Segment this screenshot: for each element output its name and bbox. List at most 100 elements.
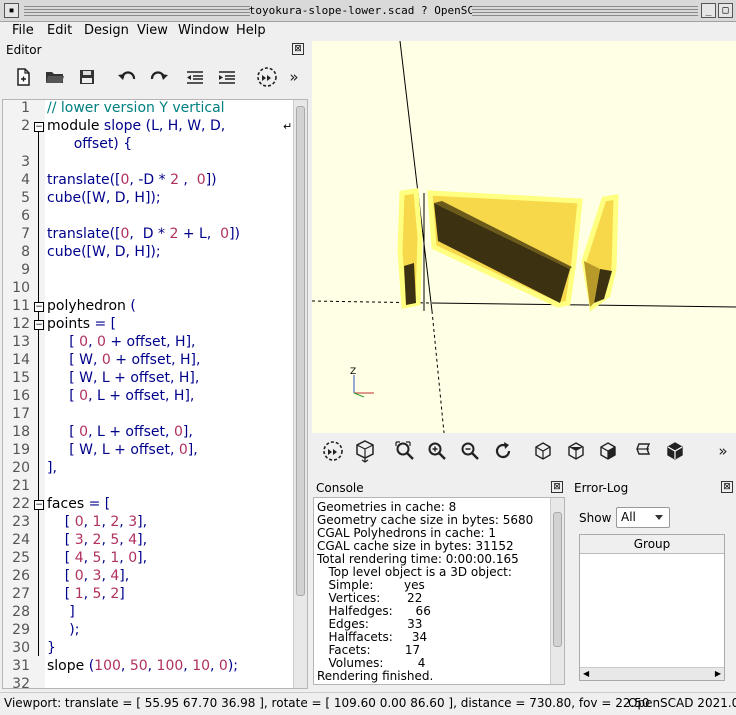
console-output[interactable]: Geometries in cache: 8 Geometry cache siz… <box>313 497 565 685</box>
undo-icon[interactable] <box>114 64 140 90</box>
fold-marker-polyhedron[interactable]: − <box>34 302 44 312</box>
code-line: ], <box>47 460 57 476</box>
version-label: OpenSCAD 2021.01 <box>628 696 736 710</box>
line-number: 28 <box>12 604 30 620</box>
code-line: cube([W, D, H]); <box>47 244 161 260</box>
view-right-icon[interactable] <box>530 438 556 464</box>
scroll-right-icon[interactable]: ▶ <box>715 669 721 678</box>
line-number: 8 <box>21 244 30 260</box>
maximize-button[interactable]: □ <box>718 3 733 18</box>
view-left-icon[interactable] <box>630 438 656 464</box>
view-top-icon[interactable] <box>563 438 589 464</box>
code-line: [ W, L + offset, 0], <box>47 442 198 458</box>
code-line: module slope (L, H, W, D, <box>47 118 226 134</box>
line-number: 29 <box>12 622 30 638</box>
unindent-icon[interactable] <box>182 64 208 90</box>
code-line: [ W, L + offset, H], <box>47 370 200 386</box>
view-all-icon[interactable] <box>392 438 418 464</box>
view-front-icon[interactable] <box>662 438 688 464</box>
editor-scrollbar[interactable] <box>293 100 307 688</box>
indent-icon[interactable] <box>214 64 240 90</box>
code-line: [ 4, 5, 1, 0], <box>47 550 148 566</box>
minimize-button[interactable]: _ <box>701 3 716 18</box>
line-number: 9 <box>21 262 30 278</box>
console-line: Facets: 17 <box>317 643 421 657</box>
line-number: 24 <box>12 532 30 548</box>
console-close-button[interactable]: ⊠ <box>551 481 563 493</box>
menu-help[interactable]: Help <box>236 23 266 38</box>
console-line: Top level object is a 3D object: <box>317 565 512 579</box>
show-filter-select[interactable]: All <box>616 507 670 528</box>
menu-view[interactable]: View <box>137 23 168 38</box>
code-line: offset) { <box>47 136 133 152</box>
open-file-icon[interactable] <box>42 64 68 90</box>
code-editor[interactable]: 1 2 3 4 5 6 7 8 9 10 11 12 13 14 15 16 17 18 19 20 21 22 23 24 2… <box>2 99 308 689</box>
line-number: 4 <box>21 172 30 188</box>
line-number: 26 <box>12 568 30 584</box>
scroll-left-icon[interactable]: ◀ <box>583 669 589 678</box>
line-number: 25 <box>12 550 30 566</box>
code-line: translate([0, -D * 2 , 0]) <box>47 172 217 188</box>
fold-marker-faces[interactable]: − <box>34 500 44 510</box>
statusbar: Viewport: translate = [ 55.95 67.70 36.9… <box>0 692 736 715</box>
errorlog-title: Error-Log <box>574 481 629 495</box>
line-wrap-icon: ↵ <box>283 120 293 133</box>
code-line: [ 0, 1, 2, 3], <box>47 514 148 530</box>
console-line: Total rendering time: 0:00:00.165 <box>317 552 519 566</box>
editor-close-button[interactable]: ⊠ <box>292 43 304 55</box>
preview-icon[interactable] <box>320 438 346 464</box>
preview-render-icon[interactable] <box>254 64 280 90</box>
code-line: [ 1, 5, 2] <box>47 586 125 602</box>
left-block <box>397 188 423 310</box>
errorlog-hscrollbar[interactable]: ◀ ▶ <box>580 667 724 680</box>
chevron-down-icon <box>655 515 663 520</box>
redo-icon[interactable] <box>146 64 172 90</box>
window-titlebar[interactable]: ▪ toyokura-slope-lower.scad ? OpenSCAD _… <box>0 0 736 22</box>
code-line: // lower version Y vertical <box>47 100 225 116</box>
line-number: 3 <box>21 154 30 170</box>
view-toolbar-overflow-icon[interactable]: » <box>714 438 732 464</box>
console-line: Simple: yes <box>317 578 425 592</box>
zoom-out-icon[interactable] <box>457 438 483 464</box>
menu-design[interactable]: Design <box>84 23 129 38</box>
fold-marker-points[interactable]: − <box>34 320 44 330</box>
render-icon[interactable] <box>352 438 378 464</box>
errorlog-close-button[interactable]: ⊠ <box>721 481 733 493</box>
console-scrollbar[interactable] <box>550 498 564 684</box>
line-number: 31 <box>12 658 30 674</box>
line-number: 5 <box>21 190 30 206</box>
show-filter-value: All <box>621 510 636 524</box>
code-line: points = [ <box>47 316 117 332</box>
line-number: 23 <box>12 514 30 530</box>
toolbar-overflow-icon[interactable]: » <box>284 64 304 90</box>
console-line: Rendering finished. <box>317 669 434 683</box>
code-line: [ 0, 0 + offset, H], <box>47 334 196 350</box>
editor-scrollbar-thumb[interactable] <box>296 106 305 596</box>
new-file-icon[interactable] <box>10 64 36 90</box>
reset-view-icon[interactable] <box>490 438 516 464</box>
errorlog-column-group[interactable]: Group <box>580 535 724 554</box>
line-number: 13 <box>12 334 30 350</box>
right-block <box>581 194 619 312</box>
line-number: 17 <box>12 406 30 422</box>
view-bottom-icon[interactable] <box>595 438 621 464</box>
line-number: 20 <box>12 460 30 476</box>
menu-edit[interactable]: Edit <box>47 23 72 38</box>
fold-line <box>38 132 39 656</box>
line-number: 19 <box>12 442 30 458</box>
errorlog-table[interactable]: Group ◀ ▶ <box>579 534 725 681</box>
console-line: Edges: 33 <box>317 617 423 631</box>
line-number: 18 <box>12 424 30 440</box>
line-number: 30 <box>12 640 30 656</box>
zoom-in-icon[interactable] <box>424 438 450 464</box>
menu-window[interactable]: Window <box>178 23 229 38</box>
axes-gizmo: Z <box>350 367 374 398</box>
menu-file[interactable]: File <box>12 23 34 38</box>
save-file-icon[interactable] <box>74 64 100 90</box>
console-line: Volumes: 4 <box>317 656 426 670</box>
code-line: slope (100, 50, 100, 10, 0); <box>47 658 239 674</box>
3d-viewport[interactable]: Z <box>312 41 736 433</box>
console-scrollbar-thumb[interactable] <box>553 512 562 647</box>
console-line: CGAL cache size in bytes: 31152 <box>317 539 514 553</box>
fold-marker-module[interactable]: − <box>34 122 44 132</box>
